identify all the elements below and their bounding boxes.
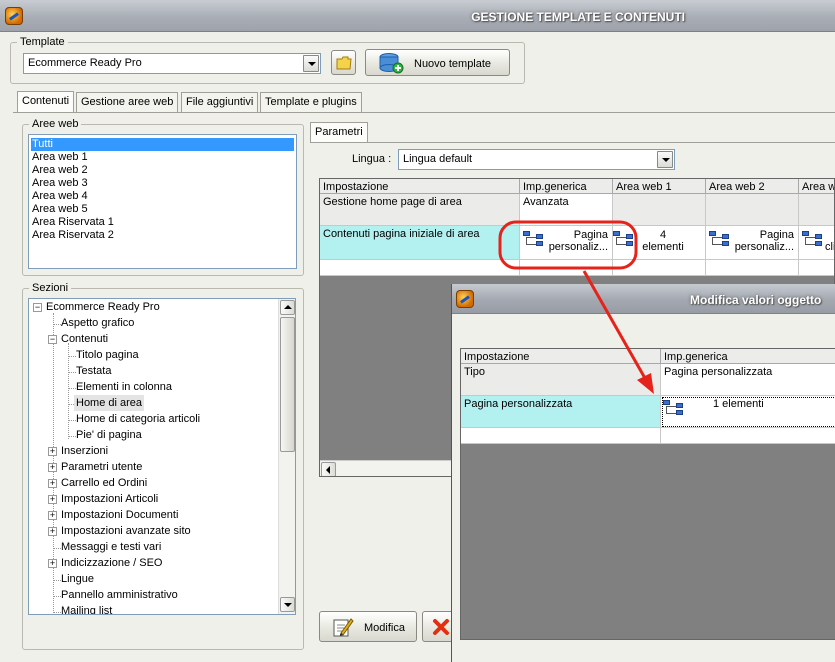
- annotation-overlay: [498, 220, 654, 394]
- annotation-arrow-line: [582, 270, 648, 381]
- highlight-rounded-rect: [498, 220, 638, 270]
- annotation-arrow-head: [637, 373, 654, 394]
